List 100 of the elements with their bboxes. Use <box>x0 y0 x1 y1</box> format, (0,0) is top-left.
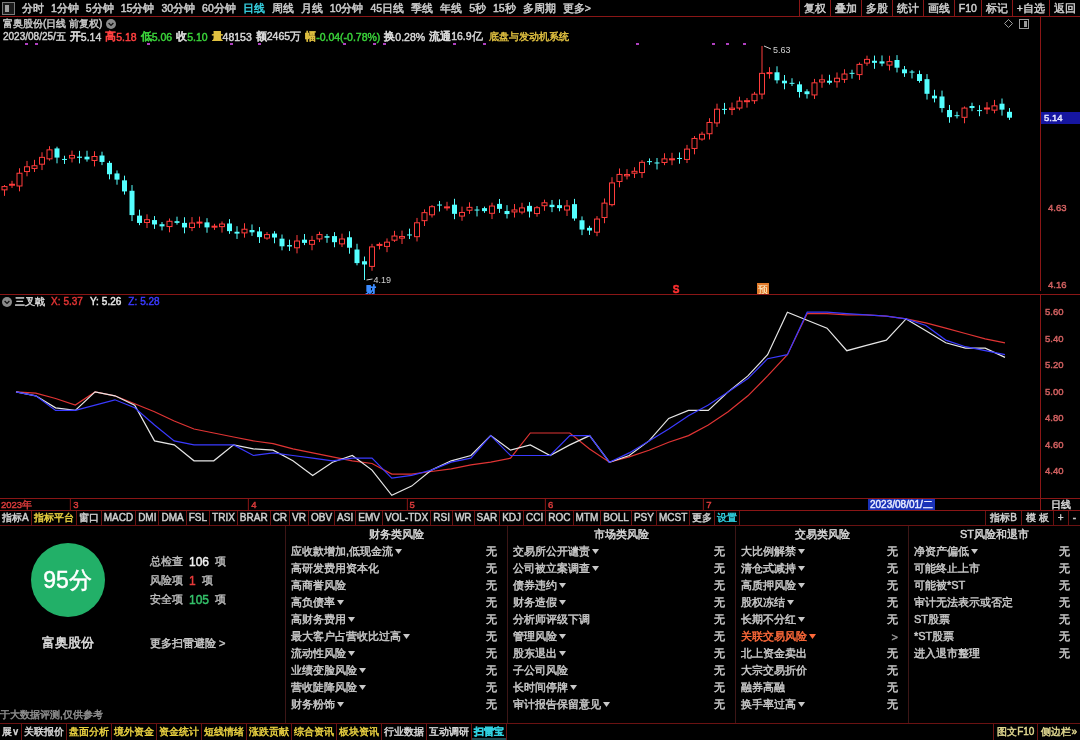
indicator-tab[interactable]: OBV <box>309 511 336 525</box>
risk-item[interactable]: 应收款增加,低现金流 <box>291 544 403 559</box>
period-tab[interactable]: 15秒 <box>491 0 517 16</box>
bottom-tab[interactable]: 扫雷宝 <box>472 724 508 740</box>
toolbar-button[interactable]: 标记 <box>980 0 1012 16</box>
risk-item[interactable]: 股东退出 <box>513 646 566 661</box>
indicator-tab[interactable]: SAR <box>474 511 501 525</box>
toolbar-button[interactable]: 叠加 <box>829 0 861 16</box>
bottom-tab[interactable]: 关联报价 <box>22 724 68 740</box>
risk-item[interactable]: 高质押风险 <box>741 578 805 593</box>
period-tab[interactable]: 15分钟 <box>119 0 156 16</box>
period-tab[interactable]: 周线 <box>270 0 295 16</box>
diamond-icon[interactable] <box>1004 19 1013 28</box>
indicator-tool-button[interactable]: - <box>1067 511 1080 525</box>
indicator-tab[interactable]: 指标平台 <box>31 511 77 525</box>
indicator-tab[interactable]: EMV <box>356 511 383 525</box>
risk-item[interactable]: 可能终止上市 <box>914 561 980 576</box>
risk-item[interactable]: 流动性风险 <box>291 646 355 661</box>
indicator-tab[interactable]: VR <box>290 511 309 525</box>
risk-item[interactable]: 高财务费用 <box>291 612 355 627</box>
indicator-tab[interactable]: ROC <box>546 511 574 525</box>
risk-item[interactable]: ST股票 <box>914 612 951 627</box>
indicator-tab[interactable]: 指标A <box>0 511 32 525</box>
period-tab[interactable]: 5分钟 <box>84 0 115 16</box>
risk-item[interactable]: 清仓式减持 <box>741 561 805 576</box>
indicator-tab[interactable]: MACD <box>101 511 137 525</box>
indicator-tab[interactable]: MTM <box>573 511 602 525</box>
period-tab[interactable]: 10分钟 <box>328 0 365 16</box>
bottom-tab[interactable]: 互动调研 <box>427 724 473 740</box>
risk-item[interactable]: 长时间停牌 <box>513 680 577 695</box>
risk-item[interactable]: 进入退市整理 <box>914 646 980 661</box>
risk-item[interactable]: 换手率过高 <box>741 697 805 712</box>
risk-item[interactable]: 财务粉饰 <box>291 697 344 712</box>
indicator-tab[interactable]: DMA <box>159 511 187 525</box>
risk-item[interactable]: 股权冻结 <box>741 595 794 610</box>
risk-item[interactable]: 交易所公开谴责 <box>513 544 599 559</box>
period-tab[interactable]: 30分钟 <box>160 0 197 16</box>
event-mark[interactable]: 财 <box>366 283 376 294</box>
indicator-tab[interactable]: TRIX <box>210 511 238 525</box>
indicator-tab[interactable]: VOL-TDX <box>382 511 432 525</box>
risk-item[interactable]: 营收陡降风险 <box>291 680 366 695</box>
bottom-tab[interactable]: 短线情绪 <box>202 724 248 740</box>
indicator-tab[interactable]: BRAR <box>237 511 271 525</box>
indicator-tab[interactable]: 窗口 <box>76 511 102 525</box>
toolbar-button[interactable]: 返回 <box>1049 0 1080 16</box>
indicator-tab[interactable]: 更多 <box>690 511 716 525</box>
bottom-tab[interactable]: 境外资金 <box>112 724 158 740</box>
indicator-tab[interactable]: CCI <box>524 511 547 525</box>
risk-item[interactable]: 业绩变脸风险 <box>291 663 366 678</box>
bottom-tab[interactable]: 板块资讯 <box>337 724 383 740</box>
risk-item[interactable]: 分析师评级下调 <box>513 612 590 627</box>
risk-item[interactable]: 高负债率 <box>291 595 344 610</box>
indicator-tab[interactable]: MCST <box>656 511 691 525</box>
dropdown-icon[interactable] <box>106 18 117 29</box>
bottom-tab[interactable]: 资金统计 <box>157 724 203 740</box>
risk-item[interactable]: 财务造假 <box>513 595 566 610</box>
risk-item[interactable]: 可能被*ST <box>914 578 966 593</box>
risk-item[interactable]: 净资产偏低 <box>914 544 978 559</box>
indicator-tab[interactable]: DMI <box>136 511 160 525</box>
side-link[interactable]: 侧边栏» <box>1037 724 1080 740</box>
toolbar-button[interactable]: 画线 <box>922 0 954 16</box>
period-tab[interactable]: 更多> <box>561 0 592 16</box>
period-tab[interactable]: 45日线 <box>369 0 406 16</box>
period-tab[interactable]: 季线 <box>410 0 435 16</box>
toolbar-button[interactable]: +自选 <box>1011 0 1049 16</box>
risk-item[interactable]: 融券高融 <box>741 680 785 695</box>
bottom-tab[interactable]: 涨跌贡献 <box>247 724 293 740</box>
side-link[interactable]: 图文F10 <box>993 724 1038 740</box>
risk-item[interactable]: 高商誉风险 <box>291 578 346 593</box>
risk-item[interactable]: 北上资金卖出 <box>741 646 807 661</box>
bottom-tab[interactable]: 综合资讯 <box>292 724 338 740</box>
toolbar-button[interactable]: 多股 <box>860 0 892 16</box>
risk-item[interactable]: 债券违约 <box>513 578 566 593</box>
indicator-tab[interactable]: WR <box>452 511 475 525</box>
risk-item[interactable]: 关联交易风险 <box>741 629 816 644</box>
risk-item[interactable]: 审计报告保留意见 <box>513 697 610 712</box>
period-tab[interactable]: 月线 <box>299 0 324 16</box>
dropdown-icon[interactable] <box>2 297 12 307</box>
indicator-tab[interactable]: PSY <box>631 511 657 525</box>
more-link[interactable]: 更多扫雷避险 > <box>150 636 226 651</box>
period-tab[interactable]: 多周期 <box>521 0 557 16</box>
indicator-tool-button[interactable]: 指标B <box>985 511 1022 525</box>
indicator-tool-button[interactable]: + <box>1052 511 1068 525</box>
period-tab[interactable]: 日线 <box>241 0 266 16</box>
indicator-tab[interactable]: BOLL <box>601 511 632 525</box>
risk-item[interactable]: 大宗交易折价 <box>741 663 807 678</box>
risk-item[interactable]: *ST股票 <box>914 629 955 644</box>
event-mark[interactable]: S <box>672 283 680 294</box>
risk-item[interactable]: 最大客户占营收比过高 <box>291 629 410 644</box>
panel-toggle-icon[interactable] <box>2 1 15 15</box>
toolbar-button[interactable]: 复权 <box>798 0 830 16</box>
bottom-tab[interactable]: 行业数据 <box>382 724 428 740</box>
indicator-tab[interactable]: ASI <box>335 511 357 525</box>
indicator-tool-button[interactable]: 模 板 <box>1021 511 1053 525</box>
window-icon[interactable] <box>1019 18 1029 29</box>
indicator-tab[interactable]: FSL <box>186 511 211 525</box>
indicator-tab[interactable]: 设置 <box>715 511 741 525</box>
period-tab[interactable]: 年线 <box>439 0 464 16</box>
risk-item[interactable]: 公司被立案调查 <box>513 561 599 576</box>
indicator-tab[interactable]: CR <box>270 511 291 525</box>
